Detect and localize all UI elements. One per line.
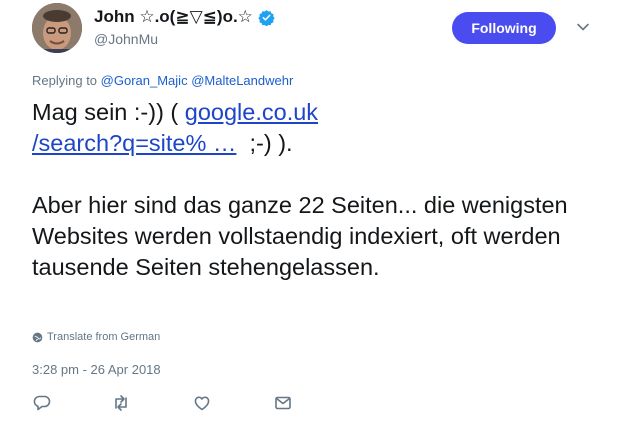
replying-to: Replying to @Goran_Majic @MalteLandwehr (32, 73, 293, 88)
translate-link[interactable]: Translate from German (32, 331, 160, 343)
reply-icon[interactable] (32, 393, 52, 413)
following-button[interactable]: Following (452, 12, 556, 44)
display-name[interactable]: John ☆.o(≧▽≦)o.☆ (94, 7, 275, 27)
verified-badge-icon (258, 9, 275, 26)
tweet-timestamp[interactable]: 3:28 pm - 26 Apr 2018 (32, 362, 161, 377)
message-icon[interactable] (273, 393, 293, 413)
like-icon[interactable] (192, 393, 212, 413)
replying-prefix: Replying to (32, 73, 98, 88)
tweet-text-before-link: Mag sein :-)) ( (32, 99, 179, 125)
tweet-paragraph-2: Aber hier sind das ganze 22 Seiten... di… (32, 192, 568, 280)
retweet-icon[interactable] (111, 393, 131, 413)
user-handle[interactable]: @JohnMu (94, 31, 158, 47)
mention-maltelandwehr[interactable]: @MalteLandwehr (191, 73, 293, 88)
display-name-text: John ☆.o(≧▽≦)o.☆ (94, 7, 253, 26)
tweet-text: Mag sein :-)) ( google.co.uk/search?q=si… (32, 97, 592, 283)
tweet-link-line1: google.co.uk (184, 99, 319, 125)
tweet-link-line2: /search?q=site% … (32, 130, 237, 156)
tweet-text-after-link: ;-) ). (249, 130, 293, 156)
avatar[interactable] (32, 3, 82, 53)
globe-icon (32, 332, 43, 343)
chevron-down-icon[interactable] (576, 20, 590, 34)
avatar-image (32, 3, 82, 53)
mention-goran-majic[interactable]: @Goran_Majic (101, 73, 188, 88)
translate-label: Translate from German (47, 331, 161, 343)
